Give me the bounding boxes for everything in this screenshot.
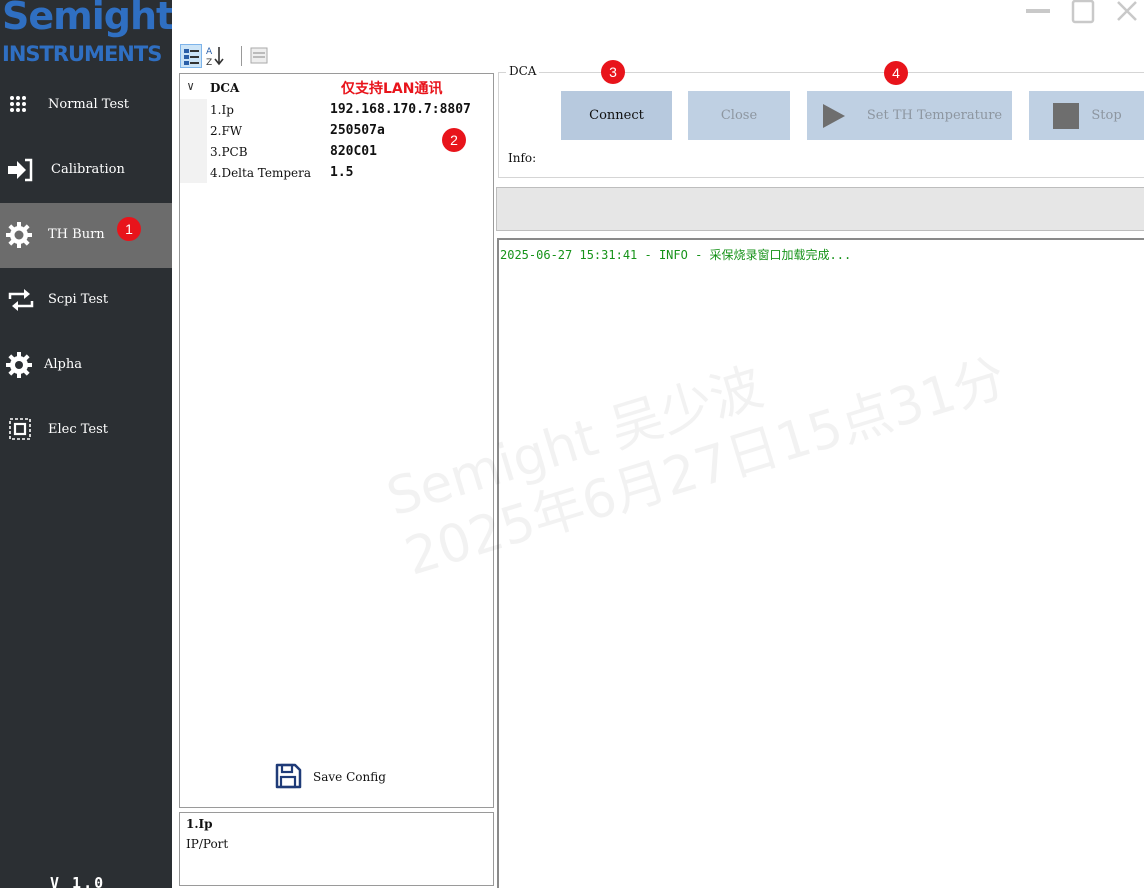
property-name: 2.FW xyxy=(210,124,243,138)
repeat-arrows-icon xyxy=(8,289,34,311)
connect-label: Connect xyxy=(589,108,644,123)
step-badge-3: 3 xyxy=(601,60,625,84)
property-value[interactable]: 250507a xyxy=(330,123,385,138)
brand-logo: Semight INSTRUMENTS xyxy=(0,0,172,72)
step-badge-4: 4 xyxy=(884,61,908,85)
alphabetical-sort-button[interactable]: A Z xyxy=(204,44,226,68)
maximize-button[interactable] xyxy=(1068,0,1098,24)
gear-icon xyxy=(6,352,32,378)
set-th-temperature-label: Set TH Temperature xyxy=(866,108,1003,123)
chip-icon xyxy=(9,418,31,440)
sidebar-item-scpi-test[interactable]: Scpi Test xyxy=(0,268,172,333)
sidebar-item-label: Calibration xyxy=(51,162,125,177)
grid-dots-icon xyxy=(10,96,26,112)
log-line: 2025-06-27 15:31:41 - INFO - 采保烧录窗口加载完成.… xyxy=(500,248,852,262)
play-icon xyxy=(823,104,845,128)
property-name: 4.Delta Tempera xyxy=(210,166,312,180)
property-name: 3.PCB xyxy=(210,145,248,159)
logo-line-1: Semight xyxy=(2,0,172,38)
close-button[interactable]: Close xyxy=(688,91,790,140)
close-label: Close xyxy=(720,108,758,123)
close-icon xyxy=(1117,1,1137,21)
save-config-button[interactable]: Save Config xyxy=(270,762,410,792)
set-th-temperature-button[interactable]: Set TH Temperature xyxy=(807,91,1012,140)
minimize-icon xyxy=(1026,9,1050,13)
progress-bar xyxy=(496,187,1144,231)
property-description-pane: 1.Ip IP/Port xyxy=(179,812,494,886)
sign-in-arrow-icon xyxy=(8,158,33,182)
category-name: DCA xyxy=(210,81,240,95)
sidebar-item-elec-test[interactable]: Elec Test xyxy=(0,398,172,463)
lan-only-annotation: 仅支持LAN通讯 xyxy=(341,81,443,97)
stop-button[interactable]: Stop xyxy=(1029,91,1144,140)
save-config-label: Save Config xyxy=(313,770,386,784)
svg-text:A: A xyxy=(206,47,213,57)
sidebar-item-label: TH Burn xyxy=(48,227,105,242)
property-grid-toolbar: A Z xyxy=(180,44,280,70)
property-value[interactable]: 820C01 xyxy=(330,144,377,159)
version-label: V 1.0 xyxy=(50,874,106,888)
row-gutter xyxy=(180,162,207,183)
sidebar-item-th-burn[interactable]: TH Burn 1 xyxy=(0,203,172,268)
sidebar-item-label: Elec Test xyxy=(48,422,109,437)
toolbar-divider xyxy=(241,46,242,66)
property-pages-button[interactable] xyxy=(248,44,270,68)
dca-group-title: DCA xyxy=(506,64,540,78)
property-row-pcb[interactable]: 3.PCB 820C01 xyxy=(180,141,493,162)
property-row-delta-temperature[interactable]: 4.Delta Tempera 1.5 xyxy=(180,162,493,183)
property-value[interactable]: 192.168.170.7:8807 xyxy=(330,102,471,117)
sort-az-icon: A Z xyxy=(206,47,224,68)
close-window-button[interactable] xyxy=(1112,0,1144,24)
categorized-icon xyxy=(184,49,199,65)
property-row-fw[interactable]: 2.FW 250507a 2 xyxy=(180,120,493,152)
logo-line-2: INSTRUMENTS xyxy=(2,42,162,66)
property-name: 1.Ip xyxy=(210,103,234,117)
sidebar-item-label: Normal Test xyxy=(48,97,130,112)
info-label: Info: xyxy=(508,151,537,165)
stop-label: Stop xyxy=(1091,108,1122,123)
minimize-button[interactable] xyxy=(1024,0,1054,24)
property-row-ip[interactable]: 1.Ip 192.168.170.7:8807 xyxy=(180,99,493,120)
categorized-view-button[interactable] xyxy=(180,44,202,68)
stop-icon xyxy=(1053,103,1079,129)
property-value[interactable]: 1.5 xyxy=(330,165,353,180)
log-output[interactable]: 2025-06-27 15:31:41 - INFO - 采保烧录窗口加载完成.… xyxy=(497,238,1144,888)
property-pages-icon xyxy=(250,47,268,64)
step-badge-1: 1 xyxy=(117,217,141,241)
chevron-down-icon[interactable]: ∨ xyxy=(187,79,194,93)
row-gutter xyxy=(180,141,207,162)
description-title: 1.Ip xyxy=(186,817,213,831)
sidebar-item-alpha[interactable]: Alpha xyxy=(0,333,172,398)
sidebar-item-calibration[interactable]: Calibration xyxy=(0,138,172,203)
property-grid: ∨ DCA 仅支持LAN通讯 1.Ip 192.168.170.7:8807 2… xyxy=(179,73,494,808)
sidebar-item-normal-test[interactable]: Normal Test xyxy=(0,73,172,138)
category-row-dca[interactable]: ∨ DCA 仅支持LAN通讯 xyxy=(180,78,493,99)
sidebar-item-label: Scpi Test xyxy=(48,292,109,307)
save-icon xyxy=(275,763,302,789)
row-gutter xyxy=(180,99,207,120)
sidebar-item-label: Alpha xyxy=(44,357,82,372)
description-text: IP/Port xyxy=(186,837,229,851)
svg-text:Z: Z xyxy=(206,58,212,68)
gear-icon xyxy=(6,222,32,248)
row-gutter xyxy=(180,120,207,141)
sidebar: Semight INSTRUMENTS Normal Test Calibrat… xyxy=(0,0,172,888)
maximize-icon xyxy=(1071,0,1095,24)
connect-button[interactable]: Connect xyxy=(561,91,672,140)
